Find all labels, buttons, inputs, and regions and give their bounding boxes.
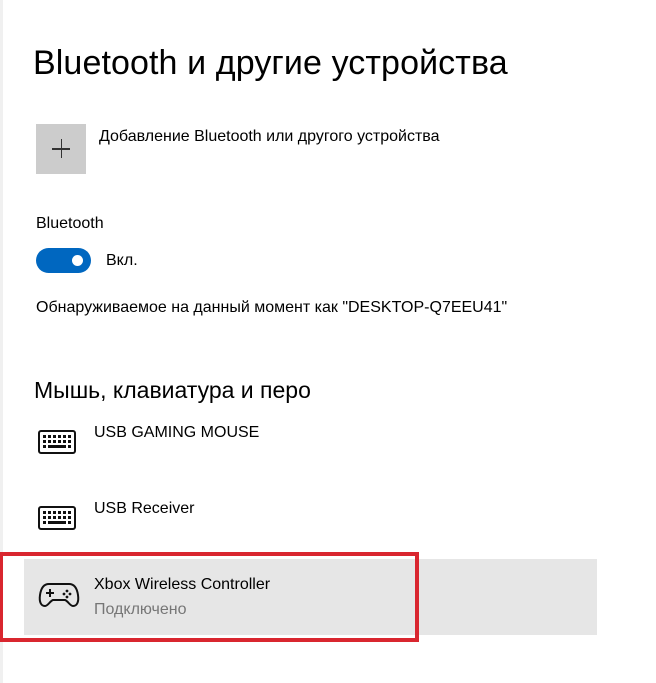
- add-device-label: Добавление Bluetooth или другого устройс…: [99, 128, 440, 145]
- device-usb-gaming-mouse[interactable]: USB GAMING MOUSE: [24, 420, 597, 480]
- toggle-knob: [72, 255, 83, 266]
- device-xbox-wireless-controller[interactable]: Xbox Wireless Controller Подключено: [24, 559, 597, 635]
- device-name: USB Receiver: [94, 500, 195, 517]
- device-name: USB GAMING MOUSE: [94, 424, 260, 441]
- window-left-edge: [0, 0, 3, 683]
- bluetooth-label: Bluetooth: [36, 215, 104, 232]
- add-device-button[interactable]: Добавление Bluetooth или другого устройс…: [36, 124, 440, 174]
- keyboard-icon: [38, 430, 76, 459]
- gamepad-icon: [38, 581, 80, 614]
- section-title: Мышь, клавиатура и перо: [34, 377, 311, 403]
- device-status: Подключено: [94, 601, 187, 618]
- device-usb-receiver[interactable]: USB Receiver: [24, 496, 597, 556]
- plus-icon: [36, 124, 86, 174]
- discoverable-status: Обнаруживаемое на данный момент как "DES…: [36, 299, 508, 316]
- device-name: Xbox Wireless Controller: [94, 576, 271, 593]
- bluetooth-toggle-state: Вкл.: [106, 252, 138, 269]
- page-title: Bluetooth и другие устройства: [33, 44, 508, 82]
- keyboard-icon: [38, 506, 76, 535]
- bluetooth-toggle[interactable]: [36, 248, 91, 273]
